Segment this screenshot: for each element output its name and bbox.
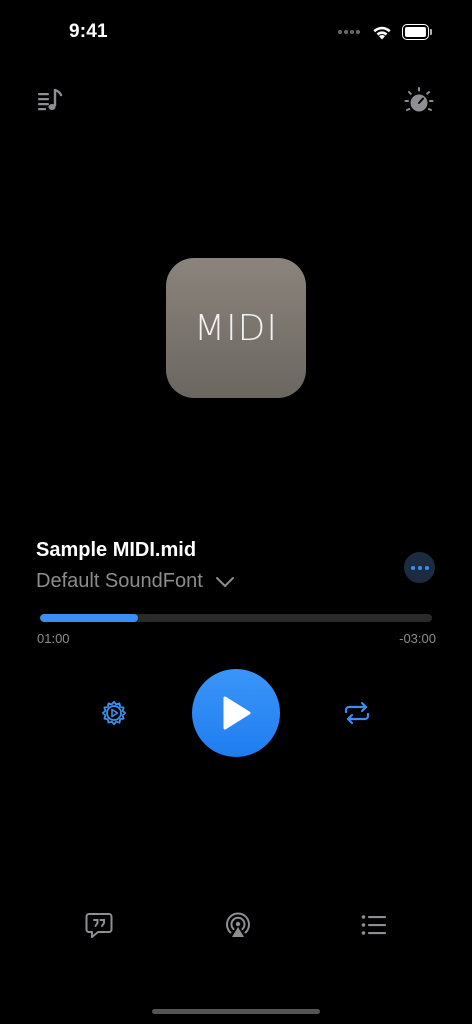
wifi-icon bbox=[373, 26, 391, 39]
cellular-signal-icon bbox=[338, 30, 360, 34]
progress-bar[interactable] bbox=[40, 614, 432, 622]
status-indicators bbox=[338, 22, 432, 42]
queue-list-icon[interactable] bbox=[359, 910, 389, 940]
tempo-dial-icon[interactable] bbox=[404, 86, 434, 116]
soundfont-selector[interactable]: Default SoundFont bbox=[36, 570, 235, 593]
time-elapsed: 01:00 bbox=[37, 631, 70, 646]
play-icon bbox=[223, 696, 251, 730]
speed-gear-icon[interactable] bbox=[98, 697, 130, 729]
progress-fill bbox=[40, 614, 138, 622]
chevron-down-icon bbox=[215, 576, 234, 587]
track-title: Sample MIDI.mid bbox=[36, 539, 197, 561]
lyrics-icon[interactable] bbox=[84, 910, 114, 940]
more-options-button[interactable] bbox=[404, 552, 435, 583]
battery-icon bbox=[402, 24, 432, 40]
status-time: 9:41 bbox=[69, 21, 108, 42]
airplay-icon[interactable] bbox=[223, 910, 253, 940]
repeat-icon[interactable] bbox=[341, 697, 373, 729]
album-artwork: MIDI bbox=[166, 258, 306, 398]
ellipsis-icon bbox=[410, 565, 415, 570]
playlist-music-icon[interactable] bbox=[36, 86, 66, 116]
play-button[interactable] bbox=[192, 669, 280, 757]
time-remaining: -03:00 bbox=[399, 631, 436, 646]
artwork-label: MIDI bbox=[193, 307, 278, 349]
soundfont-label: Default SoundFont bbox=[36, 570, 203, 592]
home-indicator bbox=[152, 1009, 320, 1014]
